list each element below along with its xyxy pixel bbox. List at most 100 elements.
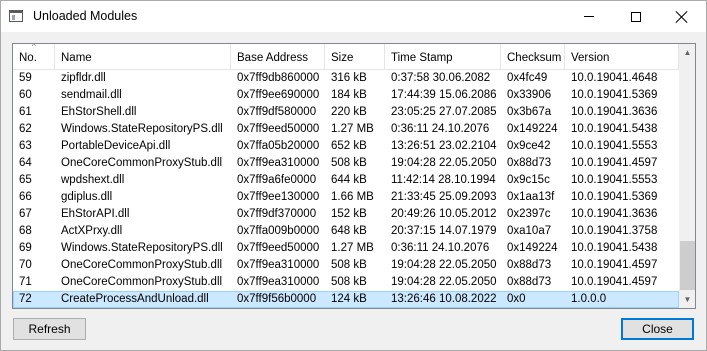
minimize-button[interactable]: [566, 1, 612, 32]
table-row[interactable]: 61 EhStorShell.dll 0x7ff9df580000 220 kB 23:…: [13, 104, 679, 121]
cell-base-address: 0x7ff9df580000: [237, 106, 317, 118]
cell-no: 61: [19, 106, 32, 118]
list-rows: 59 zipfldr.dll 0x7ff9db860000 316 kB 0:37:58…: [13, 70, 679, 308]
maximize-button[interactable]: [613, 1, 659, 32]
title-bar[interactable]: Unloaded Modules: [1, 1, 706, 32]
cell-time-stamp: 20:37:15 14.07.1979: [391, 225, 497, 237]
cell-name: ActXPrxy.dll: [61, 225, 123, 237]
cell-time-stamp: 13:26:51 23.02.2104: [391, 140, 497, 152]
cell-size: 508 kB: [331, 259, 367, 271]
cell-checksum: 0x0: [507, 293, 526, 305]
cell-version: 10.0.19041.3636: [571, 208, 658, 220]
chevron-down-icon[interactable]: ▼: [679, 291, 695, 308]
cell-version: 10.0.19041.3636: [571, 106, 658, 118]
column-header-name[interactable]: Name: [55, 44, 231, 70]
table-row[interactable]: 62 Windows.StateRepositoryPS.dll 0x7ff9eed…: [13, 121, 679, 138]
cell-size: 644 kB: [331, 174, 367, 186]
list-header: ^ No. Name Base Address Size Time Stamp …: [13, 44, 679, 70]
cell-no: 65: [19, 174, 32, 186]
scrollbar-thumb[interactable]: [680, 241, 695, 290]
cell-name: OneCoreCommonProxyStub.dll: [61, 259, 223, 271]
cell-name: Windows.StateRepositoryPS.dll: [61, 242, 223, 254]
cell-size: 648 kB: [331, 225, 367, 237]
cell-no: 68: [19, 225, 32, 237]
cell-size: 652 kB: [331, 140, 367, 152]
cell-checksum: 0x9ce42: [507, 140, 551, 152]
cell-size: 508 kB: [331, 276, 367, 288]
table-row[interactable]: 63 PortableDeviceApi.dll 0x7ffa05b20000 652…: [13, 138, 679, 155]
close-window-button[interactable]: [659, 1, 705, 32]
cell-base-address: 0x7ff9db860000: [237, 72, 320, 84]
table-row[interactable]: 65 wpdshext.dll 0x7ff9a6fe0000 644 kB 11:42:…: [13, 172, 679, 189]
cell-checksum: 0x2397c: [507, 208, 551, 220]
cell-size: 316 kB: [331, 72, 367, 84]
cell-time-stamp: 19:04:28 22.05.2050: [391, 259, 497, 271]
column-header-checksum[interactable]: Checksum: [501, 44, 565, 70]
cell-time-stamp: 11:42:14 28.10.1994: [391, 174, 496, 186]
cell-time-stamp: 0:37:58 30.06.2082: [391, 72, 491, 84]
cell-version: 10.0.19041.3758: [571, 225, 658, 237]
cell-no: 67: [19, 208, 32, 220]
cell-base-address: 0x7ff9ee690000: [237, 89, 320, 101]
cell-time-stamp: 0:36:11 24.10.2076: [391, 242, 490, 254]
cell-version: 10.0.19041.5369: [571, 191, 658, 203]
cell-no: 62: [19, 123, 32, 135]
cell-name: CreateProcessAndUnload.dll: [61, 293, 209, 305]
table-row[interactable]: 67 EhStorAPI.dll 0x7ff9df370000 152 kB 20:49…: [13, 206, 679, 223]
cell-name: EhStorAPI.dll: [61, 208, 130, 220]
table-row[interactable]: 68 ActXPrxy.dll 0x7ffa009b0000 648 kB 20:37:…: [13, 223, 679, 240]
chevron-up-icon[interactable]: ▲: [679, 44, 695, 61]
cell-no: 71: [19, 276, 32, 288]
cell-base-address: 0x7ff9df370000: [237, 208, 317, 220]
cell-checksum: 0x149224: [507, 242, 558, 254]
column-header-version[interactable]: Version: [565, 44, 679, 70]
cell-name: EhStorShell.dll: [61, 106, 137, 118]
cell-size: 1.27 MB: [331, 123, 374, 135]
cell-checksum: 0x88d73: [507, 259, 552, 271]
cell-version: 10.0.19041.4597: [571, 276, 658, 288]
column-header-base-address[interactable]: Base Address: [231, 44, 325, 70]
cell-version: 10.0.19041.5553: [571, 174, 658, 186]
cell-time-stamp: 21:33:45 25.09.2093: [391, 191, 497, 203]
close-button[interactable]: Close: [621, 318, 694, 340]
cell-version: 10.0.19041.4648: [571, 72, 658, 84]
column-header-size[interactable]: Size: [325, 44, 385, 70]
table-row[interactable]: 64 OneCoreCommonProxyStub.dll 0x7ff9ea3100…: [13, 155, 679, 172]
table-row[interactable]: 71 OneCoreCommonProxyStub.dll 0x7ff9ea3100…: [13, 274, 679, 291]
cell-time-stamp: 0:36:11 24.10.2076: [391, 123, 490, 135]
cell-base-address: 0x7ff9ea310000: [237, 157, 320, 169]
cell-base-address: 0x7ffa05b20000: [237, 140, 320, 152]
cell-name: OneCoreCommonProxyStub.dll: [61, 276, 223, 288]
table-row[interactable]: 59 zipfldr.dll 0x7ff9db860000 316 kB 0:37:58…: [13, 70, 679, 87]
table-row-selected[interactable]: 72 CreateProcessAndUnload.dll 0x7ff9f56b00…: [13, 291, 679, 308]
table-row[interactable]: 69 Windows.StateRepositoryPS.dll 0x7ff9eed…: [13, 240, 679, 257]
cell-no: 59: [19, 72, 32, 84]
cell-time-stamp: 13:26:46 10.08.2022: [391, 293, 497, 305]
column-header-no[interactable]: ^ No.: [13, 44, 55, 70]
table-row[interactable]: 70 OneCoreCommonProxyStub.dll 0x7ff9ea3100…: [13, 257, 679, 274]
cell-size: 184 kB: [331, 89, 367, 101]
column-header-time-stamp[interactable]: Time Stamp: [385, 44, 501, 70]
cell-time-stamp: 23:05:25 27.07.2085: [391, 106, 497, 118]
refresh-button[interactable]: Refresh: [13, 318, 86, 340]
cell-version: 10.0.19041.5553: [571, 140, 658, 152]
cell-checksum: 0x9c15c: [507, 174, 550, 186]
modules-list[interactable]: ^ No. Name Base Address Size Time Stamp …: [12, 43, 696, 309]
cell-checksum: 0x4fc49: [507, 72, 548, 84]
cell-version: 10.0.19041.5438: [571, 242, 658, 254]
cell-base-address: 0x7ffa009b0000: [237, 225, 320, 237]
table-row[interactable]: 66 gdiplus.dll 0x7ff9ee130000 1.66 MB 21:33:…: [13, 189, 679, 206]
cell-size: 1.66 MB: [331, 191, 374, 203]
table-row[interactable]: 60 sendmail.dll 0x7ff9ee690000 184 kB 17:44:…: [13, 87, 679, 104]
cell-base-address: 0x7ff9f56b0000: [237, 293, 317, 305]
cell-checksum: 0x3b67a: [507, 106, 552, 118]
cell-version: 10.0.19041.5369: [571, 89, 658, 101]
cell-checksum: 0xa10a7: [507, 225, 552, 237]
vertical-scrollbar[interactable]: ▲ ▼: [679, 44, 695, 308]
cell-size: 508 kB: [331, 157, 367, 169]
cell-base-address: 0x7ff9ee130000: [237, 191, 320, 203]
cell-time-stamp: 19:04:28 22.05.2050: [391, 157, 497, 169]
cell-size: 124 kB: [331, 293, 367, 305]
cell-version: 10.0.19041.4597: [571, 259, 658, 271]
cell-no: 66: [19, 191, 32, 203]
